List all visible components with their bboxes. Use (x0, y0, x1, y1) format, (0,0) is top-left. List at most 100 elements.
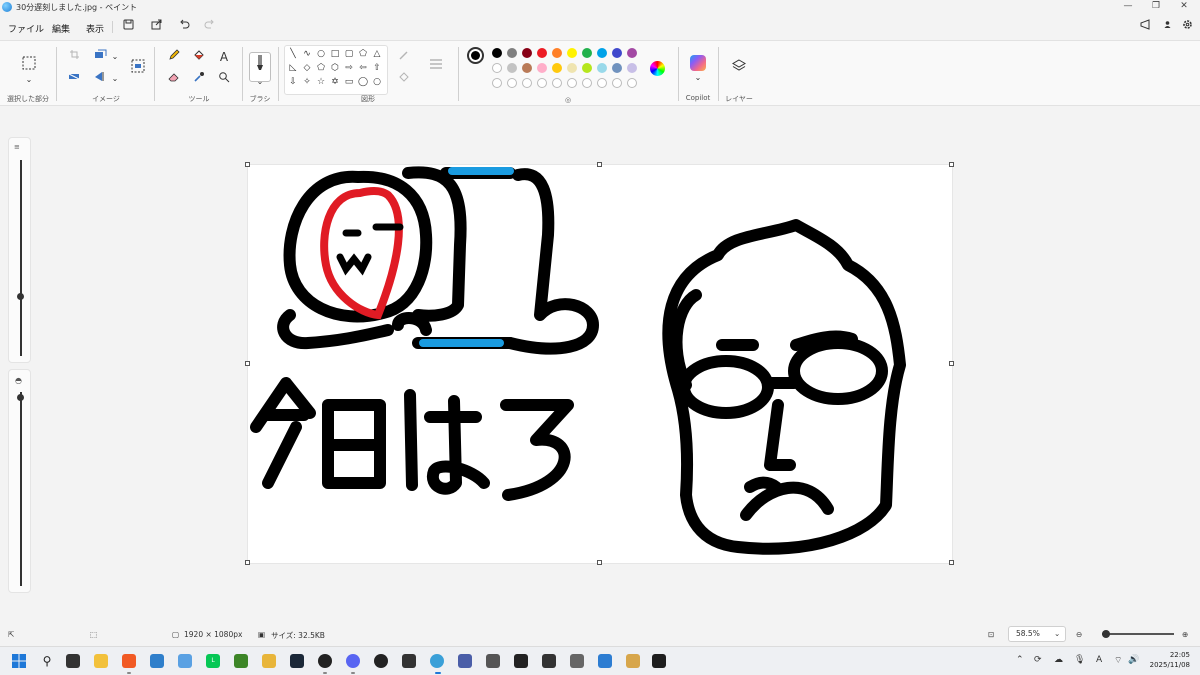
calculator-icon[interactable] (570, 654, 584, 668)
stroke-size-icon[interactable] (428, 57, 444, 73)
brush-size-thumb[interactable] (17, 293, 24, 300)
color-picker-icon[interactable] (191, 71, 207, 87)
pencil-icon[interactable] (166, 49, 182, 65)
palette-color-swatch[interactable] (522, 48, 532, 58)
selection-dropdown-chevron-icon[interactable]: ⌄ (21, 72, 37, 88)
diamond-shape-icon[interactable]: ◇ (302, 63, 312, 73)
palette-color-swatch[interactable] (582, 63, 592, 73)
wifi-icon[interactable]: ⌔ (1114, 655, 1122, 666)
palette-color-swatch[interactable] (492, 63, 502, 73)
volume-icon[interactable]: 🔊 (1128, 655, 1139, 665)
palette-color-swatch[interactable] (597, 63, 607, 73)
minecraft-icon[interactable] (234, 654, 248, 668)
brush-chevron-icon[interactable]: ⌄ (252, 74, 268, 90)
resize-handle-top[interactable] (597, 162, 602, 167)
image-select-icon[interactable] (130, 59, 146, 75)
archive-app-icon[interactable] (626, 654, 640, 668)
palette-color-swatch[interactable] (567, 63, 577, 73)
microphone-icon[interactable]: 🎙 (1074, 655, 1085, 665)
paint-taskbar-icon[interactable] (430, 654, 444, 668)
app-circle-icon[interactable] (374, 654, 388, 668)
outline-icon[interactable] (396, 49, 412, 65)
save-icon[interactable] (119, 19, 137, 35)
resize-handle-left[interactable] (245, 361, 250, 366)
rectangle-shape-icon[interactable]: □ (330, 49, 340, 59)
custom-color-swatch[interactable] (522, 78, 532, 88)
resize-icon[interactable] (92, 49, 108, 65)
drawing-canvas[interactable] (248, 165, 952, 563)
selection-tool-icon[interactable] (20, 55, 38, 73)
callout-cloud-shape-icon[interactable]: ○ (372, 77, 382, 87)
redo-icon[interactable] (200, 19, 218, 35)
palette-color-swatch[interactable] (567, 48, 577, 58)
primary-color-swatch[interactable] (467, 47, 484, 64)
unity-icon[interactable] (514, 654, 528, 668)
brave-browser-icon[interactable] (122, 654, 136, 668)
zoom-slider-track[interactable] (1102, 633, 1174, 635)
custom-color-swatch[interactable] (597, 78, 607, 88)
media-app-icon[interactable] (318, 654, 332, 668)
pentagon-shape-icon[interactable]: ⬠ (316, 63, 326, 73)
mail-icon[interactable] (178, 654, 192, 668)
palette-color-swatch[interactable] (507, 48, 517, 58)
magnifier-icon[interactable] (216, 71, 232, 87)
palette-color-swatch[interactable] (507, 63, 517, 73)
task-view-icon[interactable] (66, 654, 80, 668)
flip-chevron-icon[interactable]: ⌄ (107, 71, 123, 87)
four-point-star-shape-icon[interactable]: ✧ (302, 77, 312, 87)
music-app-icon[interactable] (542, 654, 556, 668)
palette-color-swatch[interactable] (627, 48, 637, 58)
menu-edit[interactable]: 編集 (52, 22, 70, 35)
copilot-chevron-icon[interactable]: ⌄ (690, 70, 706, 86)
fit-to-window-icon[interactable]: ⊡ (988, 630, 994, 639)
curve-shape-icon[interactable]: ∿ (302, 49, 312, 59)
custom-color-swatch[interactable] (492, 78, 502, 88)
arrow-up-shape-icon[interactable]: ⇧ (372, 63, 382, 73)
account-icon[interactable] (1158, 19, 1176, 35)
right-triangle-shape-icon[interactable]: ◺ (288, 63, 298, 73)
palette-color-swatch[interactable] (537, 63, 547, 73)
palette-color-swatch[interactable] (582, 48, 592, 58)
opacity-thumb[interactable] (17, 394, 24, 401)
six-point-star-shape-icon[interactable]: ✡ (330, 77, 340, 87)
game-app-icon[interactable] (262, 654, 276, 668)
custom-color-swatch[interactable] (582, 78, 592, 88)
resize-handle-bottom[interactable] (597, 560, 602, 565)
palette-color-swatch[interactable] (492, 48, 502, 58)
rounded-rect-shape-icon[interactable]: ▢ (344, 49, 354, 59)
custom-color-swatch[interactable] (567, 78, 577, 88)
opacity-track[interactable] (20, 392, 22, 586)
resize-handle-top-right[interactable] (949, 162, 954, 167)
brush-size-track[interactable] (20, 160, 22, 356)
palette-icon[interactable]: ◎ (560, 92, 576, 108)
palette-color-swatch[interactable] (597, 48, 607, 58)
resize-handle-bottom-left[interactable] (245, 560, 250, 565)
sync-icon[interactable]: ⟳ (1034, 655, 1042, 665)
custom-color-swatch[interactable] (627, 78, 637, 88)
zoom-level-select[interactable]: 58.5% ⌄ (1008, 626, 1066, 642)
palette-color-swatch[interactable] (552, 48, 562, 58)
ime-indicator[interactable]: A (1096, 655, 1102, 665)
resize-chevron-icon[interactable]: ⌄ (107, 49, 123, 65)
layers-icon[interactable] (731, 59, 747, 75)
feedback-icon[interactable] (1136, 19, 1154, 35)
palette-color-swatch[interactable] (537, 48, 547, 58)
five-point-star-shape-icon[interactable]: ☆ (316, 77, 326, 87)
system-clock[interactable]: 22:05 2025/11/08 (1148, 650, 1190, 670)
edit-colors-wheel-icon[interactable] (650, 61, 665, 76)
flip-icon[interactable] (92, 71, 108, 87)
rotate-icon[interactable] (66, 71, 82, 87)
resize-handle-bottom-right[interactable] (949, 560, 954, 565)
editor-app-icon[interactable] (458, 654, 472, 668)
arrow-right-shape-icon[interactable]: ⇨ (344, 63, 354, 73)
menu-view[interactable]: 表示 (86, 22, 104, 35)
terminal-icon[interactable] (652, 654, 666, 668)
resize-handle-top-left[interactable] (245, 162, 250, 167)
close-button[interactable]: ✕ (1164, 0, 1200, 14)
undo-icon[interactable] (175, 19, 193, 35)
custom-color-swatch[interactable] (537, 78, 547, 88)
palette-color-swatch[interactable] (627, 63, 637, 73)
tool-app-icon[interactable] (486, 654, 500, 668)
arrow-down-shape-icon[interactable]: ⇩ (288, 77, 298, 87)
fill-bucket-icon[interactable] (191, 49, 207, 65)
